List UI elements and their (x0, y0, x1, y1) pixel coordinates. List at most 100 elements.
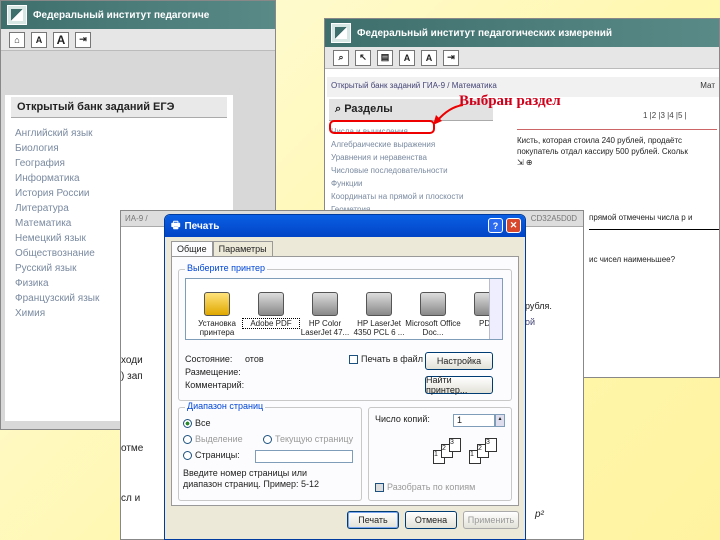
number-line (589, 229, 719, 230)
radio-all[interactable]: Все (183, 418, 211, 429)
search-icon[interactable]: ⌕ (333, 49, 349, 66)
subject-link[interactable]: География (15, 156, 223, 171)
printer-icon: 🖶 (171, 219, 181, 231)
printer-item[interactable]: Установка принтера (189, 292, 245, 337)
state-value: отов (245, 354, 264, 364)
breadcrumb-corner: Мат (700, 81, 715, 90)
font-large-button-right[interactable]: A (421, 49, 437, 66)
section-link[interactable]: Алгебраические выражения (331, 138, 493, 151)
copies-group: Число копий: 1 ▴ 1 2 3 1 2 3 Разобрать п… (368, 407, 512, 501)
printer-name: HP LaserJet 4350 PCL 6 ... (353, 319, 405, 337)
checkbox-box (349, 355, 358, 365)
apply-button[interactable]: Применить (463, 511, 519, 529)
task-line-2: покупатель отдал кассиру 500 рублей. Ско… (517, 147, 688, 156)
site-banner: Федеральный институт педагогиче (1, 1, 275, 29)
radio-pages[interactable]: Страницы: (183, 450, 240, 461)
tab-params[interactable]: Параметры (212, 241, 273, 257)
home-icon[interactable]: ⌂ (9, 31, 25, 48)
printer-item[interactable]: HP Color LaserJet 47... (297, 292, 353, 337)
select-printer-label: Выберите принтер (185, 263, 267, 273)
middle-left-3: отме (121, 443, 144, 454)
page-range-group: Диапазон страниц Все Выделение Текущую с… (178, 401, 362, 501)
task-line-1: Кисть, которая стоила 240 рублей, продаё… (517, 136, 683, 145)
toolbar: ⌂ A A ⇥ (1, 29, 275, 51)
pager[interactable]: 1 |2 |3 |4 |5 | (643, 111, 687, 120)
subject-link[interactable]: Английский язык (15, 126, 223, 141)
annotation-arrow (433, 104, 464, 125)
printer-item[interactable]: HP LaserJet 4350 PCL 6 ... (351, 292, 407, 337)
copies-label: Число копий: (375, 414, 430, 424)
login-icon[interactable]: ⇥ (75, 31, 91, 48)
subject-link[interactable]: Информатика (15, 171, 223, 186)
section-link[interactable]: Функции (331, 177, 493, 190)
middle-left-4: сл и (121, 493, 141, 504)
section-link[interactable]: Координаты на прямой и плоскости (331, 190, 493, 203)
task-question: ис чисел наименьшее? (589, 255, 676, 264)
radio-pages-label: Страницы: (195, 450, 240, 460)
middle-left-1: ходи (121, 355, 143, 366)
copies-input[interactable]: 1 (453, 414, 495, 427)
task-tools: ⇲ ⊕ (517, 158, 533, 167)
institute-logo-right (331, 23, 351, 43)
printer-icon (258, 292, 284, 316)
radio-dot (183, 451, 192, 461)
login-icon-right[interactable]: ⇥ (443, 49, 459, 66)
font-small-button[interactable]: A (31, 31, 47, 48)
task-text: Кисть, которая стоила 240 рублей, продаё… (517, 135, 719, 179)
section-link[interactable]: Уравнения и неравенства (331, 151, 493, 164)
site-banner-right: Федеральный институт педагогических изме… (325, 19, 719, 47)
institute-logo (7, 5, 27, 25)
printer-scrollbar[interactable] (489, 279, 502, 339)
collate-checkbox[interactable]: Разобрать по копиям (375, 482, 476, 493)
task-fragment: прямой отмечены числа р и (589, 213, 693, 222)
printer-name: Microsoft Office Doc... (405, 319, 461, 337)
middle-fragment-1: рубля. (525, 301, 552, 311)
pointer-icon[interactable]: ↖ (355, 49, 371, 66)
comment-label: Комментарий: (185, 380, 245, 390)
printer-name: HP Color LaserJet 47... (300, 319, 350, 337)
search-icon-small: ⌕ (335, 103, 345, 115)
dialog-title: Печать (184, 220, 220, 232)
print-dialog: 🖶 Печать ? ✕ Общие Параметры Выберите при… (164, 214, 526, 540)
pages-hint: Введите номер страницы или диапазон стра… (183, 468, 320, 489)
font-large-button[interactable]: A (53, 31, 69, 48)
radio-current[interactable]: Текущую страницу (263, 434, 353, 445)
printer-name: PDF (479, 319, 495, 328)
font-small-button-right[interactable]: A (399, 49, 415, 66)
printer-icon (420, 292, 446, 316)
copies-spinner[interactable]: ▴ (495, 414, 505, 427)
printer-item[interactable]: Microsoft Office Doc... (405, 292, 461, 337)
collate-label: Разобрать по копиям (387, 482, 476, 492)
print-icon[interactable]: ▤ (377, 49, 393, 66)
page-range-label: Диапазон страниц (185, 401, 266, 411)
printer-icon (204, 292, 230, 316)
subject-link[interactable]: Биология (15, 141, 223, 156)
subject-link[interactable]: История России (15, 186, 223, 201)
middle-title: ИА-9 / (125, 214, 148, 223)
annotation-highlight (329, 120, 435, 134)
general-pane: Выберите принтер Установка принтера Adobe… (171, 256, 519, 506)
printer-item[interactable]: Adobe PDF (242, 292, 300, 329)
banner-title: Федеральный институт педагогиче (33, 9, 210, 21)
radio-selection[interactable]: Выделение (183, 434, 243, 445)
print-button[interactable]: Печать (347, 511, 399, 529)
find-printer-button[interactable]: Найти принтер... (425, 375, 493, 395)
dialog-titlebar: 🖶 Печать (165, 215, 525, 237)
dialog-tabs: Общие Параметры (171, 241, 273, 257)
printer-icon (312, 292, 338, 316)
radio-dot (183, 435, 192, 445)
print-to-file-checkbox[interactable]: Печать в файл (349, 354, 423, 365)
breadcrumb-text: Открытый банк заданий ГИА-9 / Математика (331, 81, 497, 90)
printer-item[interactable]: PDF (459, 292, 515, 328)
settings-button[interactable]: Настройка (425, 352, 493, 370)
pages-input[interactable] (255, 450, 353, 463)
section-link[interactable]: Числовые последовательности (331, 164, 493, 177)
cancel-button[interactable]: Отмена (405, 511, 457, 529)
checkbox-box (375, 483, 384, 493)
middle-code: CD32A5D0D (530, 214, 577, 223)
tab-general[interactable]: Общие (171, 241, 213, 257)
middle-formula: p² (535, 509, 544, 520)
help-button[interactable]: ? (488, 218, 503, 233)
close-button[interactable]: ✕ (506, 218, 521, 233)
radio-all-label: Все (195, 418, 211, 428)
